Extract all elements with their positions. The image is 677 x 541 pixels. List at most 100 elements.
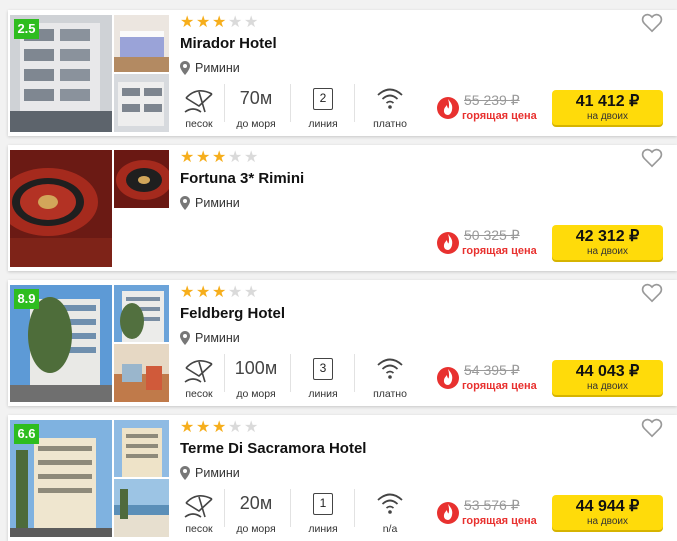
fire-icon [437,97,459,119]
old-price: 54 395 ₽ [464,362,520,378]
star-icon: ★ [228,149,243,166]
feature-distance: 70м до моря [230,84,282,130]
hotel-location: Римини [180,466,240,480]
price-sub: на двоих [586,246,629,257]
distance-value: 70м [239,88,273,108]
fire-icon [437,367,459,389]
line-value: 3 [313,358,333,380]
feature-distance: 100м до моря [230,354,282,400]
hotel-name[interactable]: Mirador Hotel [180,35,277,52]
star-icon: ★ [180,149,195,166]
divider [354,354,355,392]
star-icon: ★ [244,419,259,436]
rating-badge: 2.5 [14,19,39,39]
price-button[interactable]: 41 412 ₽ на двоих [552,90,663,125]
star-rating: ★ ★ ★ ★ ★ [180,14,260,32]
divider [224,489,225,527]
location-text: Римини [195,331,240,345]
location-text: Римини [195,61,240,75]
price-value: 42 312 ₽ [575,228,640,245]
star-icon: ★ [244,284,259,301]
distance-value: 100м [234,358,278,378]
star-icon: ★ [228,14,243,31]
hotel-photo-thumb[interactable] [114,15,169,72]
wifi-icon [377,88,403,109]
old-price: 53 576 ₽ [464,497,520,513]
divider [290,489,291,527]
star-icon: ★ [180,14,195,31]
hotel-photo-main[interactable] [10,150,112,267]
hotel-card[interactable]: ★ ★ ★ ★ ★ Fortuna 3* Rimini Римини 50 325 ₽ … [8,145,677,271]
heart-outline-icon[interactable] [641,418,663,438]
hotel-photo-thumb[interactable] [114,285,169,342]
feature-beach: песок [180,489,218,535]
price-value: 44 043 ₽ [575,363,640,380]
map-pin-icon [180,331,190,345]
price-button[interactable]: 42 312 ₽ на двоих [552,225,663,260]
hotel-photo-thumb[interactable] [114,479,169,537]
star-icon: ★ [228,419,243,436]
location-text: Римини [195,466,240,480]
hotel-name[interactable]: Fortuna 3* Rimini [180,170,304,187]
hotel-card[interactable]: 8.9 ★ ★ ★ ★ ★ Feldberg Hotel Римини песок 10… [8,280,677,406]
old-price: 55 239 ₽ [464,92,520,108]
beach-label: песок [185,388,213,400]
price-sub: на двоих [586,381,629,392]
line-label: линия [308,118,338,130]
hotel-photo-thumb[interactable] [114,420,169,477]
beach-label: песок [185,523,213,535]
heart-outline-icon[interactable] [641,148,663,168]
heart-outline-icon[interactable] [641,13,663,33]
map-pin-icon [180,466,190,480]
heart-outline-icon[interactable] [641,283,663,303]
hotel-card[interactable]: 6.6 ★ ★ ★ ★ ★ Terme Di Sacramora Hotel Римин… [8,415,677,541]
star-icon: ★ [212,284,227,301]
hot-price-label: горящая цена [462,110,537,122]
price-button[interactable]: 44 043 ₽ на двоих [552,360,663,395]
hot-price-label: горящая цена [462,380,537,392]
distance-label: до моря [236,523,276,535]
hotel-photo-thumb[interactable] [114,150,169,208]
divider [224,354,225,392]
star-icon: ★ [212,149,227,166]
feature-wifi: платно [364,354,416,400]
hotel-name[interactable]: Feldberg Hotel [180,305,285,322]
hotel-location: Римини [180,61,240,75]
star-icon: ★ [180,419,195,436]
divider [354,489,355,527]
star-icon: ★ [196,419,211,436]
line-label: линия [308,523,338,535]
star-icon: ★ [196,14,211,31]
price-sub: на двоих [586,111,629,122]
star-rating: ★ ★ ★ ★ ★ [180,419,260,437]
hotel-photo-thumb[interactable] [114,74,169,132]
price-button[interactable]: 44 944 ₽ на двоих [552,495,663,530]
feature-wifi: платно [364,84,416,130]
feature-wifi: n/a [364,489,416,535]
hotel-photo-thumb[interactable] [114,344,169,402]
star-icon: ★ [244,14,259,31]
old-price: 50 325 ₽ [464,227,520,243]
hotel-name[interactable]: Terme Di Sacramora Hotel [180,440,366,457]
star-icon: ★ [196,284,211,301]
hot-price-label: горящая цена [462,245,537,257]
feature-line: 1 линия [300,489,346,535]
map-pin-icon [180,61,190,75]
hotel-location: Римини [180,196,240,210]
hotel-card[interactable]: 2.5 ★ ★ ★ ★ ★ Mirador Hotel Римини песок 70м [8,10,677,136]
divider [290,84,291,122]
star-icon: ★ [212,14,227,31]
distance-label: до моря [236,118,276,130]
map-pin-icon [180,196,190,210]
line-value: 1 [313,493,333,515]
rating-badge: 8.9 [14,289,39,309]
star-rating: ★ ★ ★ ★ ★ [180,284,260,302]
feature-beach: песок [180,354,218,400]
divider [224,84,225,122]
feature-beach: песок [180,84,218,130]
line-value: 2 [313,88,333,110]
star-icon: ★ [212,419,227,436]
beach-label: песок [185,118,213,130]
fire-icon [437,502,459,524]
feature-distance: 20м до моря [230,489,282,535]
